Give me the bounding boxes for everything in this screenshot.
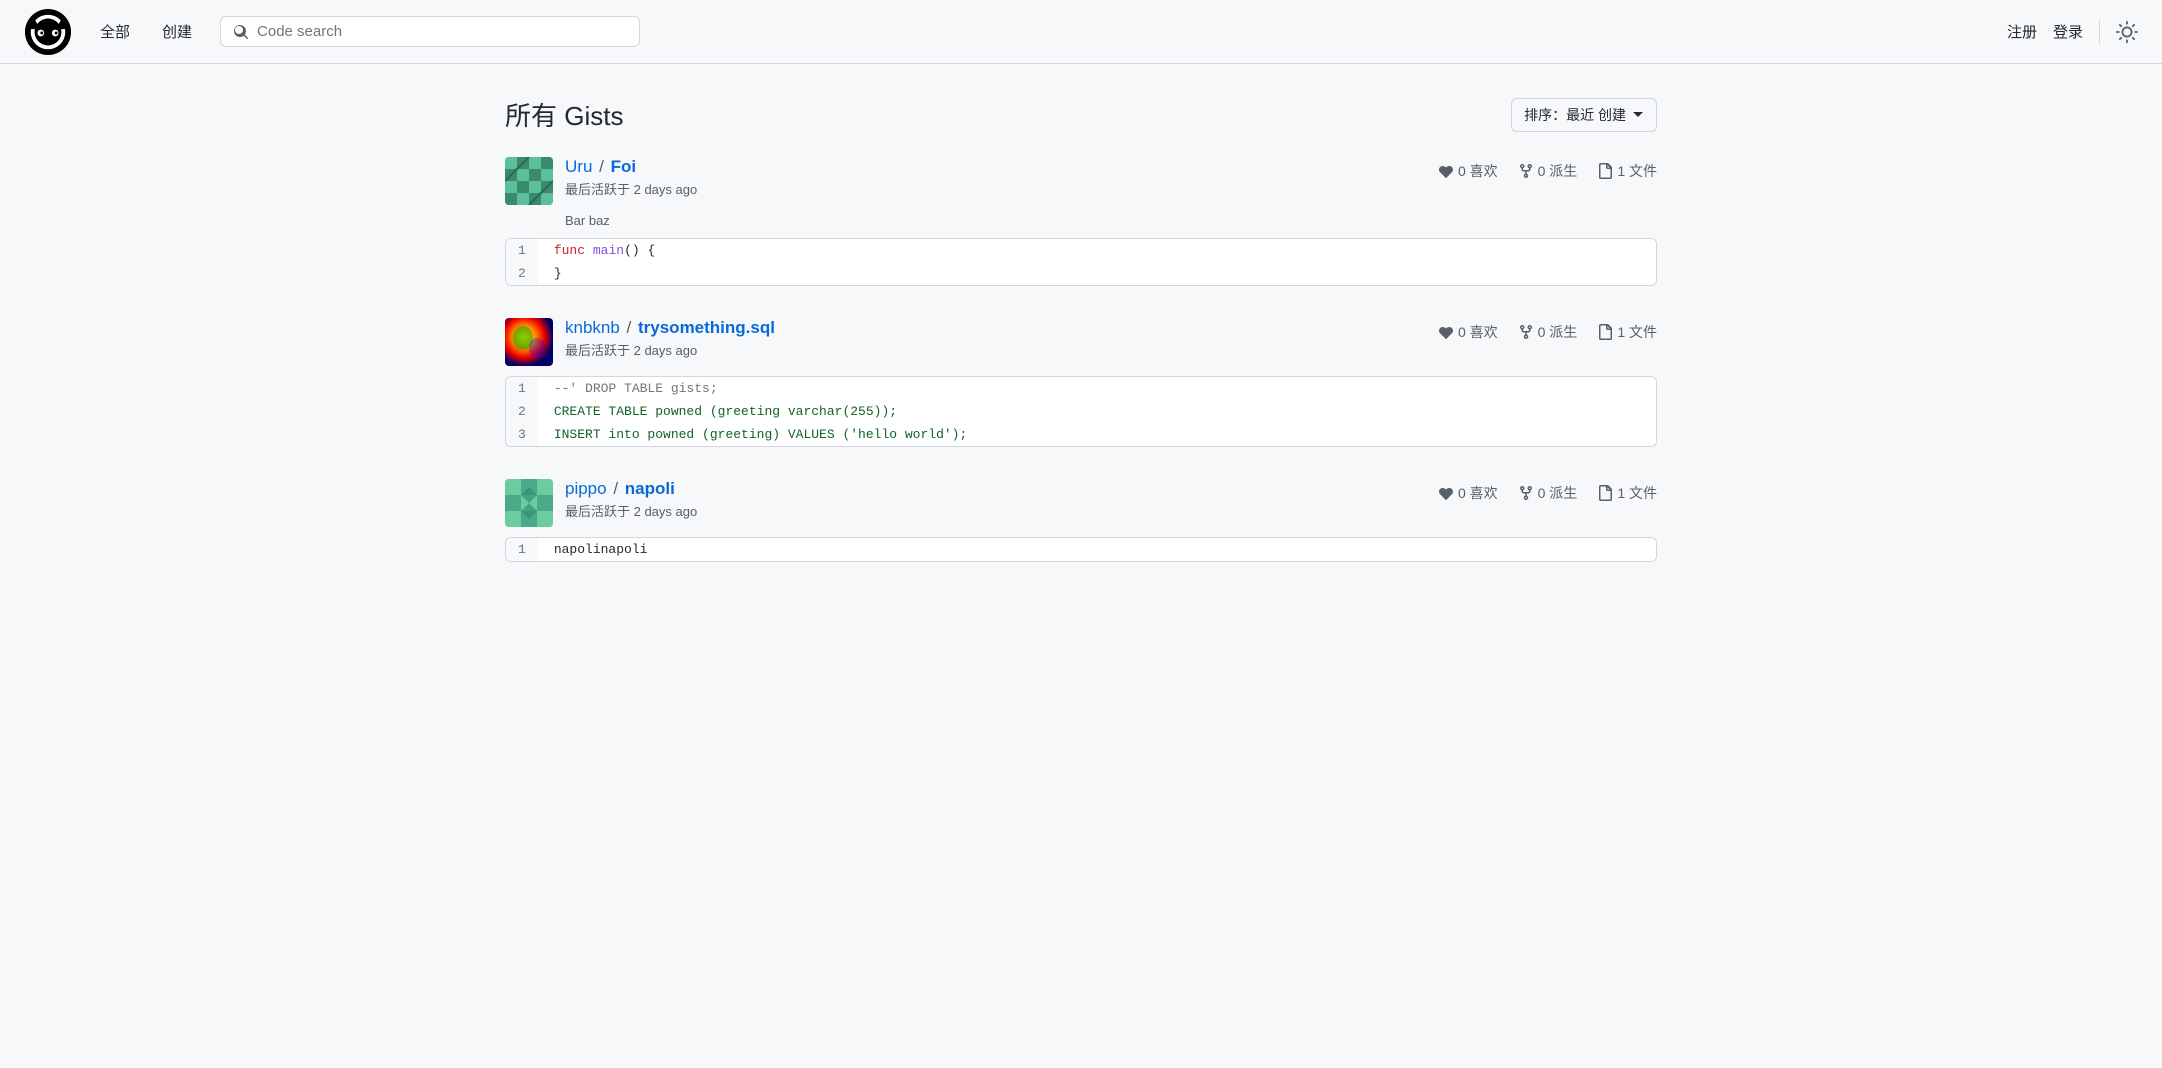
files-count: 1 文件: [1617, 483, 1657, 503]
line-code: }: [538, 262, 1656, 285]
nav-all[interactable]: 全部: [88, 15, 142, 48]
code-table: 1 --' DROP TABLE gists; 2 CREATE TABLE p…: [506, 377, 1656, 446]
code-line: 1 func main() {: [506, 239, 1656, 262]
line-number: 2: [506, 262, 538, 285]
gists-list: Uru / Foi 最后活跃于 2 days ago 0 喜欢 0 派生 1 文…: [505, 157, 1657, 562]
register-link[interactable]: 注册: [2007, 21, 2037, 42]
forks-stat[interactable]: 0 派生: [1518, 322, 1578, 342]
line-number: 1: [506, 377, 538, 400]
sort-label: 排序：最近 创建: [1524, 105, 1626, 125]
nav-create[interactable]: 创建: [150, 15, 204, 48]
chevron-down-icon: [1632, 109, 1644, 121]
gist-filename-link[interactable]: trysomething.sql: [638, 318, 775, 337]
gist-item: Uru / Foi 最后活跃于 2 days ago 0 喜欢 0 派生 1 文…: [505, 157, 1657, 286]
header-nav: 全部 创建: [88, 15, 204, 48]
gist-description: Bar baz: [565, 213, 1657, 228]
line-code: napolinapoli: [538, 538, 1656, 561]
gist-user-link[interactable]: knbknb: [565, 318, 620, 337]
line-number: 2: [506, 400, 538, 423]
main-content: 所有 Gists 排序：最近 创建: [481, 64, 1681, 626]
page-title: 所有 Gists: [505, 96, 623, 133]
code-line: 1 napolinapoli: [506, 538, 1656, 561]
sort-dropdown[interactable]: 排序：最近 创建: [1511, 98, 1657, 132]
gist-name-line: Uru / Foi: [565, 157, 697, 177]
line-code: --' DROP TABLE gists;: [538, 377, 1656, 400]
avatar[interactable]: [505, 157, 553, 205]
code-line: 2 CREATE TABLE powned (greeting varchar(…: [506, 400, 1656, 423]
files-count: 1 文件: [1617, 322, 1657, 342]
likes-count: 0 喜欢: [1458, 161, 1498, 181]
forks-stat[interactable]: 0 派生: [1518, 483, 1578, 503]
forks-count: 0 派生: [1538, 161, 1578, 181]
files-stat: 1 文件: [1597, 161, 1657, 181]
code-table: 1 func main() { 2 }: [506, 239, 1656, 285]
separator: /: [609, 479, 623, 498]
files-count: 1 文件: [1617, 161, 1657, 181]
forks-count: 0 派生: [1538, 483, 1578, 503]
page-header: 所有 Gists 排序：最近 创建: [505, 96, 1657, 133]
likes-stat[interactable]: 0 喜欢: [1438, 483, 1498, 503]
likes-count: 0 喜欢: [1458, 483, 1498, 503]
gist-timestamp: 最后活跃于 2 days ago: [565, 340, 775, 359]
gist-header: knbknb / trysomething.sql 最后活跃于 2 days a…: [505, 318, 1657, 366]
gist-info: knbknb / trysomething.sql 最后活跃于 2 days a…: [505, 318, 775, 366]
line-code: CREATE TABLE powned (greeting varchar(25…: [538, 400, 1656, 423]
gist-meta: Uru / Foi 最后活跃于 2 days ago: [565, 157, 697, 198]
separator: /: [594, 157, 608, 176]
line-code: INSERT into powned (greeting) VALUES ('h…: [538, 423, 1656, 446]
search-box: [220, 16, 640, 47]
header-divider: [2099, 20, 2100, 44]
code-line: 3 INSERT into powned (greeting) VALUES (…: [506, 423, 1656, 446]
code-table: 1 napolinapoli: [506, 538, 1656, 561]
line-number: 1: [506, 538, 538, 561]
likes-stat[interactable]: 0 喜欢: [1438, 161, 1498, 181]
gist-filename-link[interactable]: Foi: [611, 157, 637, 176]
gist-name-line: knbknb / trysomething.sql: [565, 318, 775, 338]
gist-item: knbknb / trysomething.sql 最后活跃于 2 days a…: [505, 318, 1657, 447]
gist-meta: knbknb / trysomething.sql 最后活跃于 2 days a…: [565, 318, 775, 359]
gist-item: pippo / napoli 最后活跃于 2 days ago 0 喜欢 0 派…: [505, 479, 1657, 562]
gist-meta: pippo / napoli 最后活跃于 2 days ago: [565, 479, 697, 520]
gist-header: Uru / Foi 最后活跃于 2 days ago 0 喜欢 0 派生 1 文…: [505, 157, 1657, 205]
avatar[interactable]: [505, 318, 553, 366]
code-line: 1 --' DROP TABLE gists;: [506, 377, 1656, 400]
code-block: 1 napolinapoli: [505, 537, 1657, 562]
forks-stat[interactable]: 0 派生: [1518, 161, 1578, 181]
separator: /: [622, 318, 636, 337]
gist-header: pippo / napoli 最后活跃于 2 days ago 0 喜欢 0 派…: [505, 479, 1657, 527]
gist-name-line: pippo / napoli: [565, 479, 697, 499]
logo[interactable]: [24, 8, 72, 56]
search-input[interactable]: [257, 23, 627, 40]
code-block: 1 func main() { 2 }: [505, 238, 1657, 286]
likes-stat[interactable]: 0 喜欢: [1438, 322, 1498, 342]
gist-user-link[interactable]: Uru: [565, 157, 592, 176]
login-link[interactable]: 登录: [2053, 21, 2083, 42]
gist-info: Uru / Foi 最后活跃于 2 days ago: [505, 157, 697, 205]
gist-filename-link[interactable]: napoli: [625, 479, 675, 498]
gist-stats: 0 喜欢 0 派生 1 文件: [1438, 157, 1657, 181]
header-right: 注册 登录: [2007, 20, 2138, 44]
code-block: 1 --' DROP TABLE gists; 2 CREATE TABLE p…: [505, 376, 1657, 447]
files-stat: 1 文件: [1597, 322, 1657, 342]
gist-stats: 0 喜欢 0 派生 1 文件: [1438, 318, 1657, 342]
likes-count: 0 喜欢: [1458, 322, 1498, 342]
search-icon: [233, 24, 249, 40]
forks-count: 0 派生: [1538, 322, 1578, 342]
gist-info: pippo / napoli 最后活跃于 2 days ago: [505, 479, 697, 527]
theme-toggle-icon[interactable]: [2116, 21, 2138, 43]
line-number: 1: [506, 239, 538, 262]
header: 全部 创建 注册 登录: [0, 0, 2162, 64]
line-number: 3: [506, 423, 538, 446]
gist-stats: 0 喜欢 0 派生 1 文件: [1438, 479, 1657, 503]
files-stat: 1 文件: [1597, 483, 1657, 503]
gist-timestamp: 最后活跃于 2 days ago: [565, 501, 697, 520]
gist-timestamp: 最后活跃于 2 days ago: [565, 179, 697, 198]
code-line: 2 }: [506, 262, 1656, 285]
avatar[interactable]: [505, 479, 553, 527]
line-code: func main() {: [538, 239, 1656, 262]
gist-user-link[interactable]: pippo: [565, 479, 607, 498]
